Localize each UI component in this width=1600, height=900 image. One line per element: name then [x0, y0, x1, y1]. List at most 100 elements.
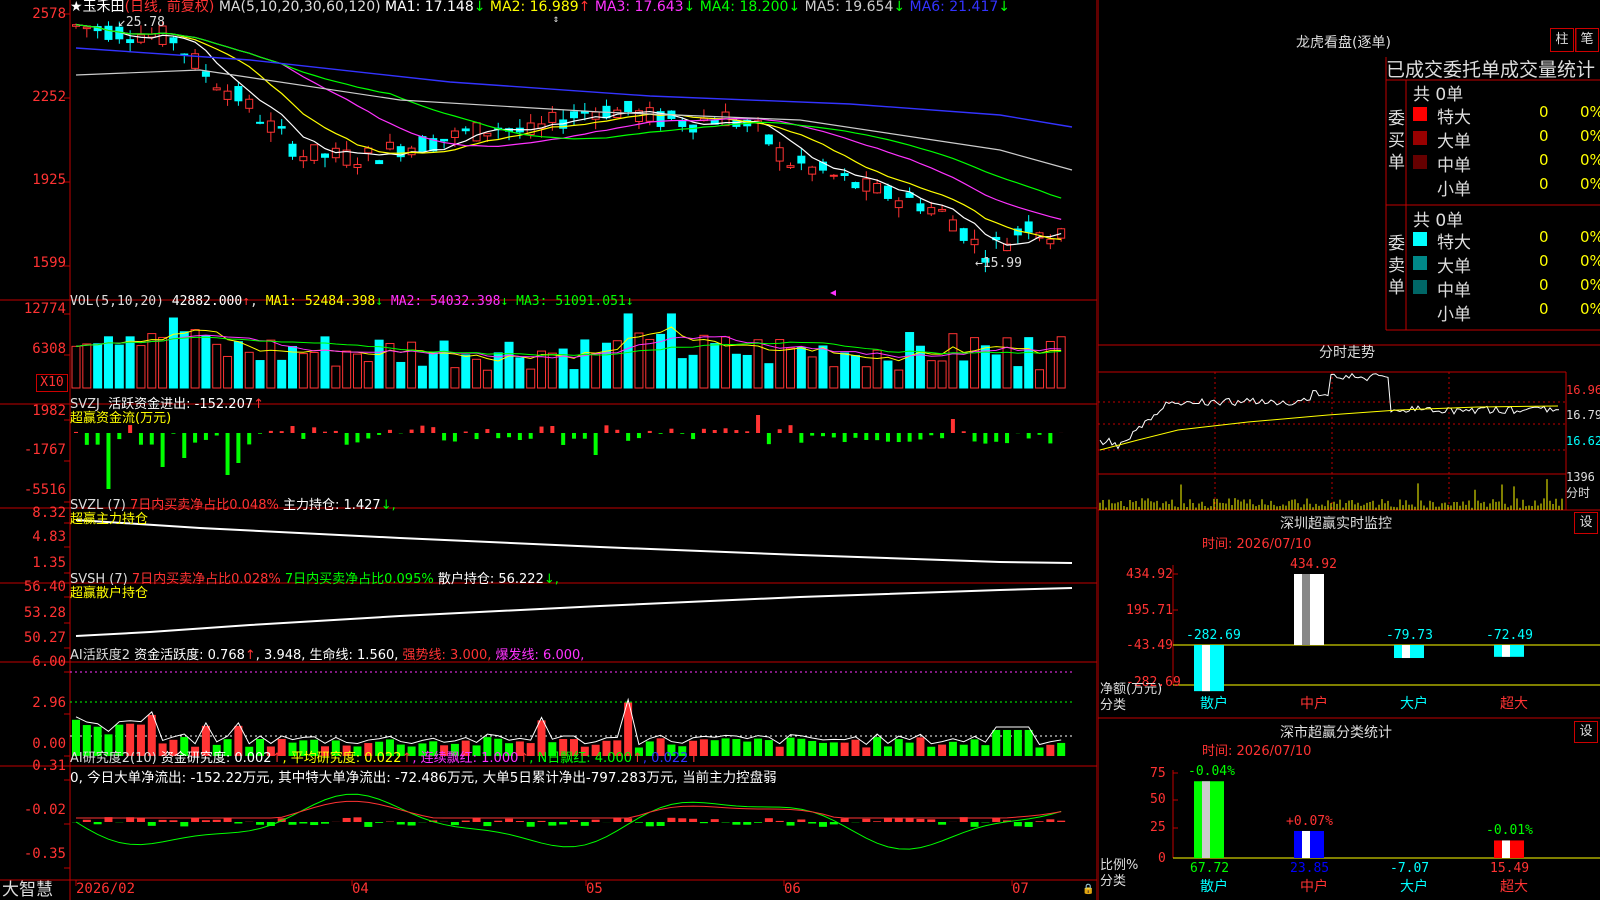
fund-flow-bar [550, 426, 555, 433]
tick-mode-button[interactable]: 笔 [1575, 28, 1599, 52]
fund-flow-bar [831, 433, 836, 438]
research-bar [970, 822, 979, 827]
candle-body [450, 130, 459, 138]
research-bar [526, 822, 535, 827]
volume-bar [396, 361, 406, 389]
sz-value-label: -282.69 [1186, 628, 1241, 643]
stock-terminal: ⇕ ★玉禾田(日线, 前复权) MA(5,10,20,30,60,120) MA… [0, 0, 1600, 900]
volume-bar [320, 336, 330, 389]
sz-settings-button[interactable]: 设 [1574, 512, 1598, 534]
research-bar [634, 822, 643, 823]
sz-category-label: 大户 [1400, 696, 1428, 712]
aiyj-summary: 0, 今日大单净流出: -152.22万元, 其中特大单净流出: -72.486… [70, 770, 777, 786]
activity-bar [970, 739, 979, 756]
sell-side-label: 委卖单 [1388, 234, 1405, 298]
research-bar [591, 819, 600, 822]
volume-bar [1056, 336, 1066, 389]
candle-body [472, 122, 481, 142]
fund-flow-bar [517, 433, 522, 441]
candle-body [256, 121, 265, 124]
szfl-bar-highlight [1202, 781, 1210, 858]
ma-legend-item: MA3: 51091.051 [508, 294, 626, 309]
volume-bar [331, 365, 341, 389]
lhb-row-name: 特大 [1437, 108, 1471, 128]
lhb-row-value: 0 [1539, 103, 1549, 121]
volume-bar [288, 346, 298, 389]
lhb-row-percent: 0% [1580, 300, 1600, 318]
research-bar [342, 817, 351, 822]
fund-flow-bar [907, 433, 912, 442]
sz-monitor-title: 深圳超赢实时监控 [1280, 516, 1392, 532]
fund-flow-bar [377, 433, 382, 435]
volume-bar [504, 341, 514, 389]
bar-mode-button[interactable]: 柱 [1550, 28, 1574, 52]
fund-flow-bar [734, 430, 739, 433]
research-bar [158, 819, 167, 822]
aihy-ylabel: 6.00 [32, 654, 66, 670]
lhb-row-percent: 0% [1580, 276, 1600, 294]
research-bar [624, 818, 633, 822]
ma-legend-item: MA2: 16.989 [485, 0, 579, 15]
szfl-ylabel: 50 [1150, 792, 1166, 807]
vol-unit-button[interactable]: X10 [36, 374, 68, 392]
fund-flow-bar [236, 433, 241, 463]
szfl-settings-button[interactable]: 设 [1574, 721, 1598, 743]
lhb-color-swatch [1413, 280, 1427, 294]
lhb-row-name: 特大 [1437, 233, 1471, 253]
lock-icon[interactable]: 🔒 [1082, 882, 1094, 897]
activity-bar [764, 740, 773, 756]
candle-body [461, 128, 470, 132]
period-label[interactable]: (日线, 前复权) [125, 0, 215, 15]
ma-legend-item: MA1: 17.148 [385, 0, 474, 15]
volume-bar [125, 336, 135, 389]
activity-bar [1013, 729, 1022, 756]
research-bar [537, 820, 546, 822]
candle-body [418, 136, 427, 152]
volume-bar [970, 337, 980, 389]
fund-flow-bar [387, 429, 392, 433]
szfl-ylabel: 25 [1150, 820, 1166, 835]
volume-bar [71, 345, 81, 389]
volume-bar [407, 341, 417, 389]
volume-bar [861, 366, 871, 389]
activity-bar [840, 742, 849, 756]
lhb-row-value: 0 [1539, 252, 1549, 270]
szfl-category-label: 超大 [1500, 879, 1528, 895]
activity-bar [710, 740, 719, 756]
volume-bar [1035, 369, 1045, 389]
ma-legend-item: MA5: 19.654 [800, 0, 894, 15]
volume-bar [298, 353, 308, 389]
activity-bar [938, 744, 947, 756]
stock-name[interactable]: 玉禾田 [83, 0, 125, 15]
candle-body [808, 166, 817, 175]
sz-category-label: 超大 [1500, 696, 1528, 712]
fund-flow-bar [1037, 433, 1042, 435]
volume-bar [850, 355, 860, 389]
ma-legend-arrow: ↓ [625, 294, 634, 309]
volume-bar [764, 363, 774, 389]
candle-body [970, 238, 979, 246]
research-bar [689, 818, 698, 822]
lhb-row-name: 小单 [1437, 305, 1471, 325]
szfl-value-label: 23.85 [1290, 861, 1330, 876]
szfl-xlabel: 分类 [1100, 874, 1127, 889]
candle-body [938, 208, 947, 212]
svzj-ylabel: -5516 [23, 482, 66, 498]
fund-flow-bar [788, 425, 793, 433]
volume-bar [461, 354, 471, 389]
research-line [76, 800, 1062, 819]
intraday-ylabel: 16.96 [1566, 383, 1600, 397]
research-bar [873, 821, 882, 822]
lhb-row-percent: 0% [1580, 175, 1600, 193]
volume-bar [666, 313, 676, 389]
research-bar [797, 819, 806, 822]
fund-flow-bar [691, 433, 696, 440]
szfl-ylabel: 75 [1150, 766, 1166, 781]
candle-body [797, 155, 806, 164]
lhb-row-value: 0 [1539, 300, 1549, 318]
volume-bar [309, 351, 319, 389]
aihy-header: AI活跃度2 资金活跃度: 0.768↑, 3.948, 生命线: 1.560,… [70, 648, 585, 663]
favorite-star-icon[interactable]: ★ [70, 0, 83, 15]
sz-value-label: -72.49 [1486, 628, 1533, 643]
candle-body [548, 111, 557, 123]
